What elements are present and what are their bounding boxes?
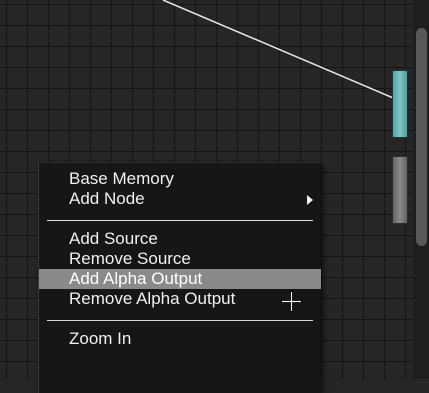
scrollbar-thumb[interactable] [416,28,427,246]
menu-item-add-node[interactable]: Add Node [39,189,321,209]
menu-item-add-alpha-output[interactable]: Add Alpha Output [39,269,321,289]
context-menu: Base Memory Add Node Add Source Remove S… [38,162,321,393]
menu-item-label: Base Memory [69,169,174,188]
menu-item-label: Add Source [69,229,158,248]
menu-item-remove-source[interactable]: Remove Source [39,249,321,269]
node-port[interactable] [392,156,408,224]
menu-separator [47,220,313,221]
menu-item-zoom-in[interactable]: Zoom In [39,329,321,349]
menu-item-label: Add Alpha Output [69,269,203,288]
menu-item-add-source[interactable]: Add Source [39,229,321,249]
menu-item-base-memory[interactable]: Base Memory [39,169,321,189]
menu-item-remove-alpha-output[interactable]: Remove Alpha Output [39,289,321,309]
menu-separator [47,320,313,321]
submenu-arrow-icon [307,195,313,205]
menu-item-label: Remove Alpha Output [69,289,236,308]
menu-item-label: Add Node [69,189,145,208]
menu-item-label: Zoom In [69,329,132,348]
menu-item-label: Remove Source [69,249,191,268]
node-port-connected[interactable] [392,70,408,138]
